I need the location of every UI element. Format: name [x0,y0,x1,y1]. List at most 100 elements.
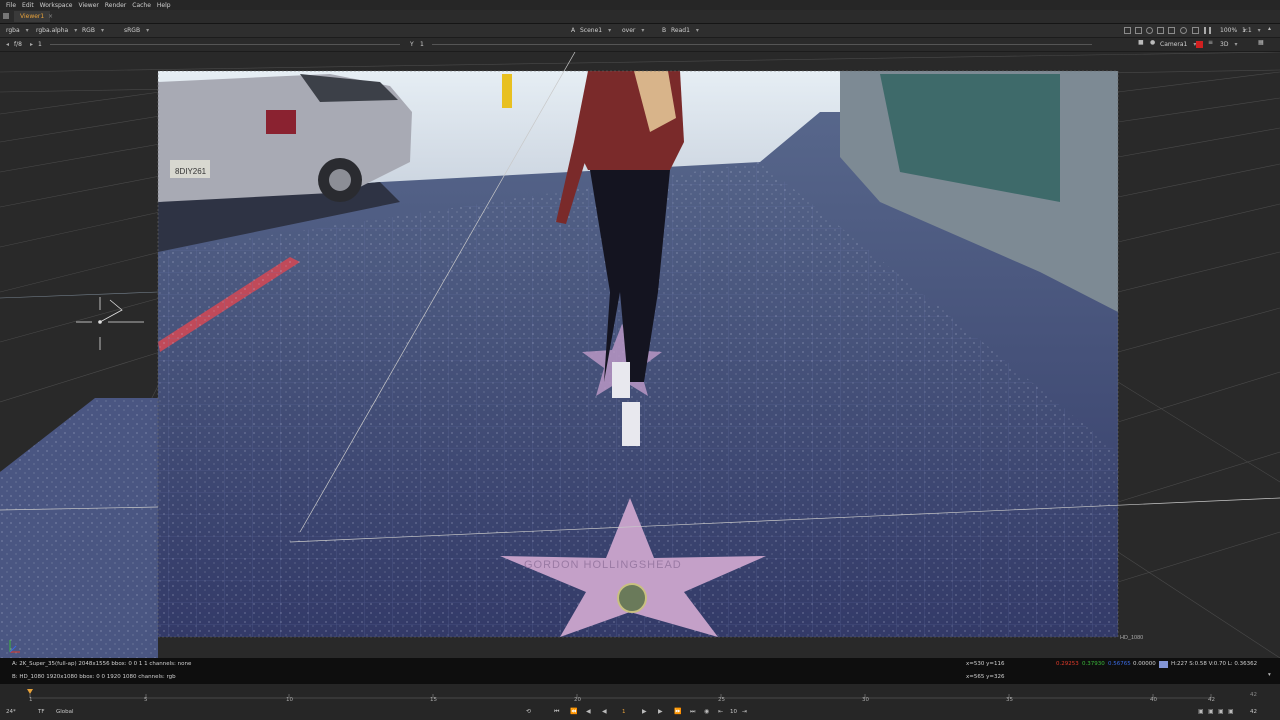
jump-back-icon[interactable]: ⇤ [718,708,723,715]
pixel-green-value: 0.37930 [1082,661,1105,667]
tick-label: 25 [718,697,725,703]
safe-area-icon[interactable] [1135,27,1142,34]
next-keyframe-icon[interactable]: ⏩ [674,708,681,715]
viewer-canvas[interactable]: GORDON HOLLINGSHEAD 8DIY261 HD_1080 [0,52,1280,658]
increment-field[interactable]: 10 [730,709,737,715]
input-a-dropdown[interactable]: Scene1 [580,26,611,35]
tick-label: 30 [862,697,869,703]
collapse-icon[interactable]: ▴ [1268,25,1275,32]
record-icon[interactable] [1196,41,1203,48]
alpha-channel-dropdown[interactable]: rgba.alpha [36,26,77,35]
pixel-hsvl-value: H:227 S:0.58 V:0.70 L: 0.36362 [1171,661,1258,667]
menu-render[interactable]: Render [105,2,126,9]
pixel-red-value: 0.29253 [1056,661,1079,667]
loop-icon[interactable]: ⟲ [526,708,531,715]
tick-label: 15 [430,697,437,703]
end-frame-label: 42 [1250,692,1257,698]
view-mode-dropdown[interactable]: 3D [1220,40,1237,49]
gain-step-icon[interactable]: ▸ [30,40,33,49]
lut-dropdown[interactable]: sRGB [124,26,149,35]
tf-dropdown[interactable]: TF [38,709,45,715]
menu-viewer[interactable]: Viewer [78,2,98,9]
tick-label: 5 [144,697,148,703]
tick-label: 20 [574,697,581,703]
input-a-coords: x=530 y=116 [966,661,1005,667]
license-plate-text: 8DIY261 [175,167,207,176]
menu-lines-icon[interactable]: ≡ [1208,39,1215,46]
gain-toggle-icon[interactable]: ◂ [6,40,9,49]
jump-forward-icon[interactable]: ⇥ [742,708,747,715]
first-frame-icon[interactable]: ⏮ [554,708,559,716]
timeline-ruler[interactable] [0,684,1280,702]
star-name-text: GORDON HOLLINGSHEAD [524,559,682,571]
viewer-scene: GORDON HOLLINGSHEAD 8DIY261 HD_1080 [0,52,1280,658]
pane-menu-icon[interactable] [3,13,9,19]
menu-help[interactable]: Help [157,2,171,9]
fps-dropdown[interactable]: 24* [6,709,16,715]
menu-cache[interactable]: Cache [132,2,151,9]
hydrant [502,74,512,108]
frame-end-field[interactable]: 42 [1250,709,1257,715]
input-b-coords: x=565 y=326 [966,674,1005,680]
pixel-alpha-value: 0.00000 [1133,661,1156,667]
play-forward-icon[interactable]: ▶ [642,708,647,715]
gain-slider[interactable] [50,44,400,45]
tab-viewer1[interactable]: Viewer1 [14,11,51,22]
layout-icon[interactable]: ▣ [1218,708,1224,715]
next-frame-icon[interactable]: ▶︎ [658,708,663,715]
prev-keyframe-icon[interactable]: ⏪ [570,708,577,715]
input-b-label: B [662,27,667,34]
plate-image: GORDON HOLLINGSHEAD 8DIY261 [158,71,1118,637]
viewer-tab-bar: Viewer1 × [0,10,1280,24]
tick-label: 40 [1150,697,1157,703]
play-backward-icon[interactable]: ◀ [602,708,607,715]
prev-frame-icon[interactable]: ◀︎ [586,708,591,715]
pixel-color-swatch [1159,661,1168,668]
roi-icon[interactable] [1124,27,1131,34]
input-a-label: A [571,27,576,34]
last-frame-icon[interactable]: ⏭ [690,708,695,716]
layout-icon[interactable]: ▣ [1208,708,1214,715]
tab-close-icon[interactable]: × [48,11,53,22]
refresh-icon[interactable] [1180,27,1187,34]
gamma-slider[interactable] [432,44,1092,45]
menu-file[interactable]: File [6,2,16,9]
gamma-value[interactable]: 1 [420,40,424,49]
ratio-dropdown[interactable]: 1:1 [1242,26,1261,35]
menu-workspace[interactable]: Workspace [40,2,73,9]
pause-icon[interactable] [1204,27,1211,34]
settings-icon[interactable] [1192,27,1199,34]
tick-label: 1 [29,697,33,703]
menu-edit[interactable]: Edit [22,2,34,9]
menu-bar: File Edit Workspace Viewer Render Cache … [0,0,1280,10]
input-a-info: A: 2K_Super_35(full-ap) 2048x1556 bbox: … [12,661,192,667]
camera-lock-icon[interactable]: ■ [1138,39,1145,46]
wipe-icon[interactable] [1146,27,1153,34]
hand-icon[interactable]: ● [1150,39,1157,46]
overlay-icon[interactable] [1168,27,1175,34]
timeline-bar: 1 5 10 15 20 25 30 35 40 42 42 24* TF Gl… [0,684,1280,720]
stop-icon[interactable]: ◉ [704,708,709,715]
gain-value[interactable]: 1 [38,40,42,49]
playhead-marker[interactable] [27,689,33,694]
scope-dropdown[interactable]: Global [56,709,74,715]
tick-label: 35 [1006,697,1013,703]
current-frame-field[interactable]: 1 [622,709,626,715]
channels-dropdown[interactable]: rgba [6,26,29,35]
grid-icon[interactable]: ▦ [1258,39,1265,46]
input-b-dropdown[interactable]: Read1 [671,26,699,35]
input-b-info: B: HD_1080 1920x1080 bbox: 0 0 1920 1080… [12,674,176,680]
composite-mode-dropdown[interactable]: over [622,26,644,35]
info-expand-icon[interactable]: ▾ [1268,672,1271,678]
tick-label: 10 [286,697,293,703]
viewer-toolbar-bottom: ◂ f/8 ▸ 1 Y 1 ■ ● Camera1 ≡ 3D ▦ [0,38,1280,52]
viewer-toolbar-top: rgba rgba.alpha RGB sRGB A Scene1 over B… [0,24,1280,38]
gamma-label: Y [410,41,414,48]
pixel-blue-value: 0.56765 [1108,661,1131,667]
layout-icon[interactable]: ▣ [1228,708,1234,715]
clip-warning-icon[interactable] [1157,27,1164,34]
colorspace-dropdown[interactable]: RGB [82,26,104,35]
layout-icon[interactable]: ▣ [1198,708,1204,715]
camera-dropdown[interactable]: Camera1 [1160,40,1196,49]
format-label: HD_1080 [1120,635,1143,641]
